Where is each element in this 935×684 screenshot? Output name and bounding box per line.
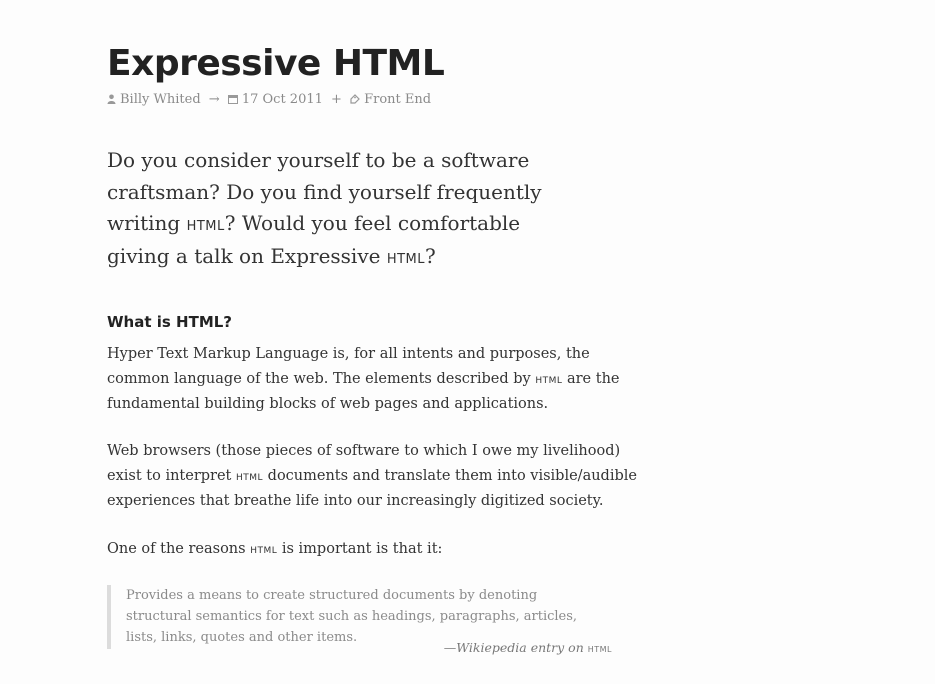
abbr-html: HTML (386, 246, 426, 268)
tag-icon (350, 92, 360, 110)
abbr-html: HTML (186, 214, 225, 235)
abbr-html: HTML (535, 371, 563, 387)
paragraph: One of the reasons HTML is important is … (107, 537, 647, 563)
citation-text: —Wikiepedia entry on (443, 640, 588, 655)
paragraph-text: One of the reasons (107, 541, 251, 557)
person-icon (107, 92, 116, 110)
abbr-html: HTML (250, 542, 278, 557)
quote-citation: —Wikiepedia entry on HTML (444, 640, 612, 655)
abbr-html: HTML (236, 468, 264, 484)
paragraph-text: is important is that it: (277, 541, 443, 557)
blockquote: Provides a means to create structured do… (107, 585, 612, 655)
plus-separator: + (331, 92, 342, 107)
paragraph: Hyper Text Markup Language is, for all i… (107, 342, 647, 417)
article-title: Expressive HTML (107, 43, 445, 84)
lead-paragraph: Do you consider yourself to be a softwar… (107, 145, 587, 273)
paragraph: Web browsers (those pieces of software t… (107, 439, 647, 514)
paragraph-text: Hyper Text Markup Language is, for all i… (107, 346, 590, 387)
lead-text-3: ? (425, 243, 436, 268)
arrow-separator: → (208, 92, 220, 107)
article-meta: Billy Whited → 17 Oct 2011 + Front End (107, 91, 431, 110)
author-link[interactable]: Billy Whited (120, 92, 201, 107)
section-heading: What is HTML? (107, 313, 233, 331)
calendar-icon (227, 92, 238, 110)
quote-text: Provides a means to create structured do… (126, 588, 578, 645)
abbr-html: HTML (587, 641, 612, 655)
category-link[interactable]: Front End (364, 92, 431, 107)
post-date: 17 Oct 2011 (241, 92, 323, 107)
